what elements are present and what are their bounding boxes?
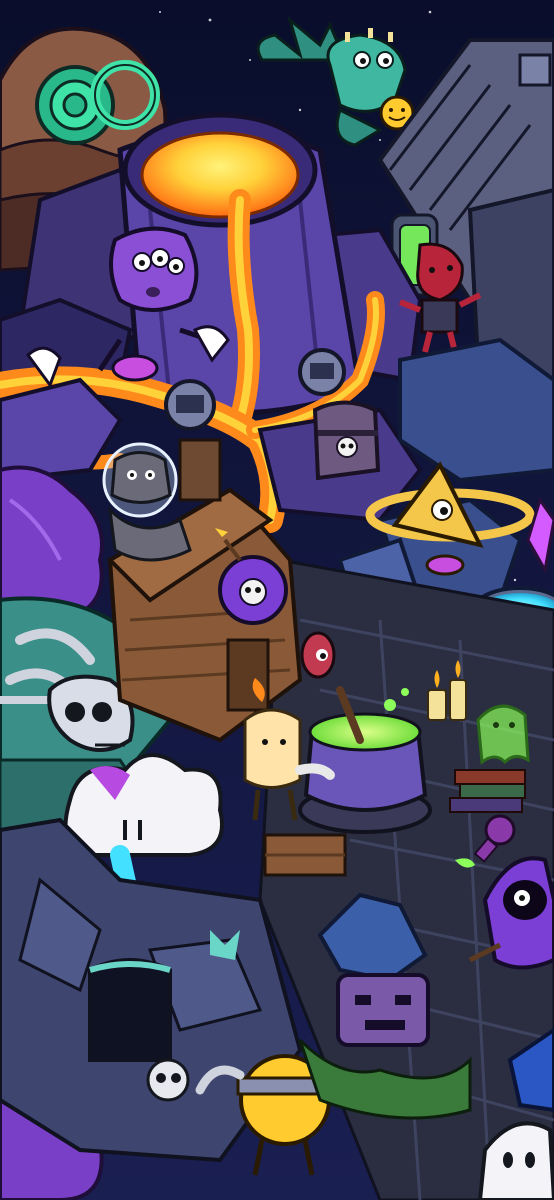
skull-icon [146,1058,190,1102]
island-scene [0,0,554,1200]
ghost-icon [476,704,530,765]
crate-icon [263,833,347,877]
red-eye-monster-icon [300,631,336,679]
skull-chest-icon [312,400,381,481]
book-stack-icon [449,769,526,813]
